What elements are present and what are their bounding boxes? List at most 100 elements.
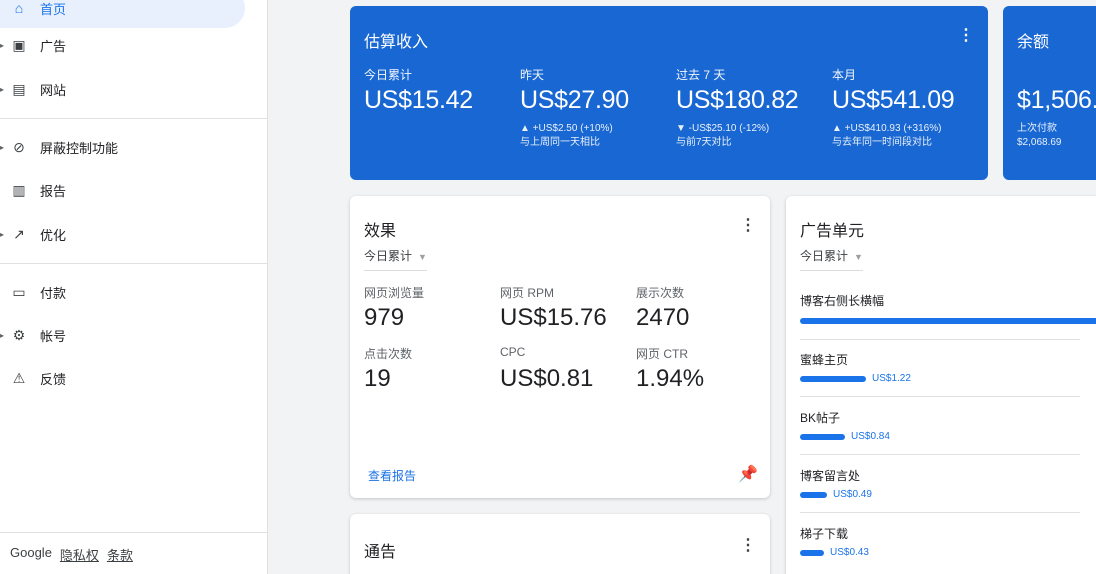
ad-units-card: 广告单元 今日累计 ▼ 博客右侧长横幅 蜜蜂主页 US$1.22 BK帖子 US$…: [786, 196, 1096, 574]
sidebar-item-label: 屏蔽控制功能: [40, 140, 119, 156]
earnings-card: 估算收入 ⋮ 今日累计 US$15.42 昨天 US$27.90 ▲ +US$2…: [350, 6, 988, 180]
balance-value: $1,506.: [1017, 86, 1096, 114]
ad-unit-row[interactable]: 博客留言处 US$0.49: [786, 467, 1081, 507]
privacy-link[interactable]: 隐私权: [60, 545, 99, 564]
notices-title: 通告: [364, 544, 397, 561]
ad-unit-name: 博客右侧长横幅: [800, 294, 885, 308]
metric-label: 网页浏览量: [364, 286, 425, 300]
ad-unit-name: 梯子下载: [800, 527, 849, 541]
ad-unit-value: US$1.22: [872, 373, 911, 384]
kpi-label: 今日累计: [364, 68, 413, 82]
range-dropdown[interactable]: 今日累计 ▼: [800, 247, 863, 271]
range-dropdown-label: 今日累计: [364, 249, 413, 263]
last-payment-label: 上次付款: [1017, 123, 1057, 134]
payments-icon: ▭: [12, 283, 26, 300]
performance-title: 效果: [364, 223, 397, 240]
ads-icon: ▣: [12, 36, 26, 53]
expand-arrow-icon: ▸: [0, 229, 5, 239]
sidebar-item-label: 优化: [40, 227, 67, 243]
metric-value: 2470: [636, 304, 690, 331]
kpi-compare: 与上周同一天相比: [520, 137, 600, 148]
pin-icon[interactable]: 📌: [738, 464, 758, 484]
kpi-compare: 与前7天对比: [676, 137, 732, 148]
sidebar-item-label: 报告: [40, 183, 67, 199]
block-icon: ⊘: [13, 138, 25, 155]
sidebar-item-label: 帐号: [40, 328, 67, 344]
kpi-label: 昨天: [520, 68, 545, 82]
sidebar-item-optimization[interactable]: ▸ ↗ 优化: [0, 214, 268, 254]
range-dropdown[interactable]: 今日累计 ▼: [364, 247, 427, 271]
performance-card: 效果 ⋮ 今日累计 ▼ 网页浏览量 979 网页 RPM US$15.76 展示次…: [350, 196, 770, 498]
sidebar-divider: [0, 263, 268, 264]
settings-icon: ⚙: [12, 326, 26, 343]
sidebar-item-reports[interactable]: ▥ 报告: [0, 170, 268, 210]
ad-unit-row[interactable]: 博客右侧长横幅: [786, 292, 1096, 340]
last-payment-value: $2,068.69: [1017, 137, 1062, 148]
expand-arrow-icon: ▸: [0, 330, 5, 340]
metric-label: 网页 CTR: [636, 347, 688, 361]
ad-unit-name: 博客留言处: [800, 469, 861, 483]
sidebar-footer: Google 隐私权 条款: [10, 545, 133, 564]
ad-unit-bar: [800, 434, 845, 440]
kpi-compare: 与去年同一时间段对比: [832, 137, 932, 148]
optimization-icon: ↗: [13, 225, 25, 242]
sidebar-item-payments[interactable]: ▭ 付款: [0, 272, 268, 312]
row-divider: [800, 512, 1080, 513]
kpi-label: 本月: [832, 68, 857, 82]
kpi-value: US$15.42: [364, 86, 473, 114]
view-report-link[interactable]: 查看报告: [368, 467, 416, 484]
more-vert-icon[interactable]: ⋮: [740, 538, 756, 554]
kpi-label: 过去 7 天: [676, 68, 726, 82]
sidebar-item-home[interactable]: ⌂ 首页: [0, 0, 245, 28]
metric-label: 展示次数: [636, 286, 685, 300]
sidebar-divider: [0, 532, 268, 533]
metric-label: CPC: [500, 345, 526, 359]
sidebar-item-label: 反馈: [40, 371, 67, 387]
more-vert-icon[interactable]: ⋮: [740, 218, 756, 234]
kpi-change: ▲ +US$410.93 (+316%): [832, 123, 942, 134]
kpi-change: ▼ -US$25.10 (-12%): [676, 123, 770, 134]
expand-arrow-icon: ▸: [0, 40, 5, 50]
terms-link[interactable]: 条款: [107, 545, 133, 564]
google-brand: Google: [10, 545, 52, 560]
kpi-value: US$27.90: [520, 86, 629, 114]
kpi-value: US$541.09: [832, 86, 955, 114]
sidebar-item-feedback[interactable]: ⚠ 反馈: [0, 358, 268, 398]
sidebar-item-label: 广告: [40, 38, 67, 54]
row-divider: [800, 339, 1080, 340]
ad-unit-bar: [800, 376, 866, 382]
ad-unit-row[interactable]: 蜜蜂主页 US$1.22: [786, 351, 1081, 391]
feedback-icon: ⚠: [12, 369, 26, 386]
expand-arrow-icon: ▸: [0, 84, 5, 94]
metric-value: US$0.81: [500, 365, 594, 392]
metric-value: US$15.76: [500, 304, 607, 331]
sidebar-divider: [0, 118, 268, 119]
ad-unit-row[interactable]: BK帖子 US$0.84: [786, 409, 1081, 449]
sidebar-item-label: 付款: [40, 285, 67, 301]
sidebar-item-sites[interactable]: ▸ ▤ 网站: [0, 69, 268, 109]
ad-unit-bar: [800, 318, 1096, 324]
metric-value: 979: [364, 304, 405, 331]
sidebar-item-ads[interactable]: ▸ ▣ 广告: [0, 25, 268, 65]
sidebar-item-account[interactable]: ▸ ⚙ 帐号: [0, 315, 268, 355]
home-icon: ⌂: [14, 0, 24, 16]
sidebar-item-blocking[interactable]: ▸ ⊘ 屏蔽控制功能: [0, 127, 268, 167]
sidebar-item-label: 网站: [40, 82, 67, 98]
metric-value: 19: [364, 365, 391, 392]
more-vert-icon[interactable]: ⋮: [958, 28, 974, 44]
metric-value: 1.94%: [636, 365, 705, 392]
metric-label: 点击次数: [364, 347, 413, 361]
dropdown-caret-icon: ▼: [854, 252, 863, 262]
ad-unit-name: BK帖子: [800, 411, 841, 425]
reports-icon: ▥: [12, 181, 26, 198]
ad-unit-row[interactable]: 梯子下载 US$0.43: [786, 525, 1081, 565]
balance-title: 余额: [1017, 34, 1050, 51]
notices-card: 通告 ⋮: [350, 514, 770, 574]
ad-unit-bar: [800, 492, 827, 498]
balance-card: 余额 $1,506. 上次付款 $2,068.69: [1003, 6, 1096, 180]
dropdown-caret-icon: ▼: [418, 252, 427, 262]
sites-icon: ▤: [12, 80, 26, 97]
ad-unit-name: 蜜蜂主页: [800, 353, 849, 367]
metric-label: 网页 RPM: [500, 286, 555, 300]
ad-unit-bar: [800, 550, 824, 556]
